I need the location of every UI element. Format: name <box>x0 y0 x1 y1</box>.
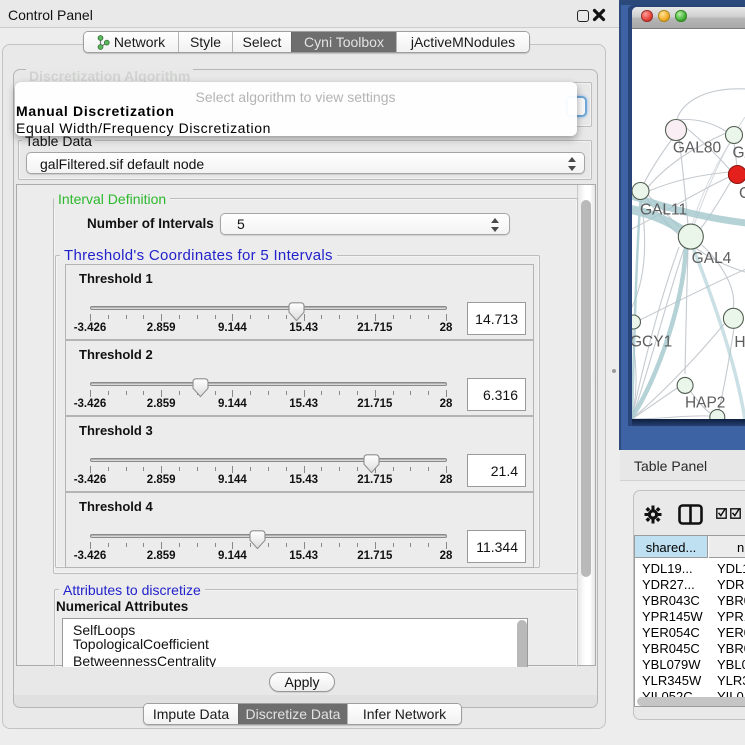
svg-text:GA: GA <box>733 145 745 162</box>
svg-text:GAL80: GAL80 <box>673 140 722 157</box>
svg-text:H: H <box>734 334 745 351</box>
svg-text:GCY1: GCY1 <box>632 334 672 351</box>
svg-text:HAP2: HAP2 <box>685 395 726 412</box>
svg-text:GAL4: GAL4 <box>692 250 732 267</box>
svg-text:GAL11: GAL11 <box>640 202 687 219</box>
svg-text:C: C <box>739 185 745 202</box>
